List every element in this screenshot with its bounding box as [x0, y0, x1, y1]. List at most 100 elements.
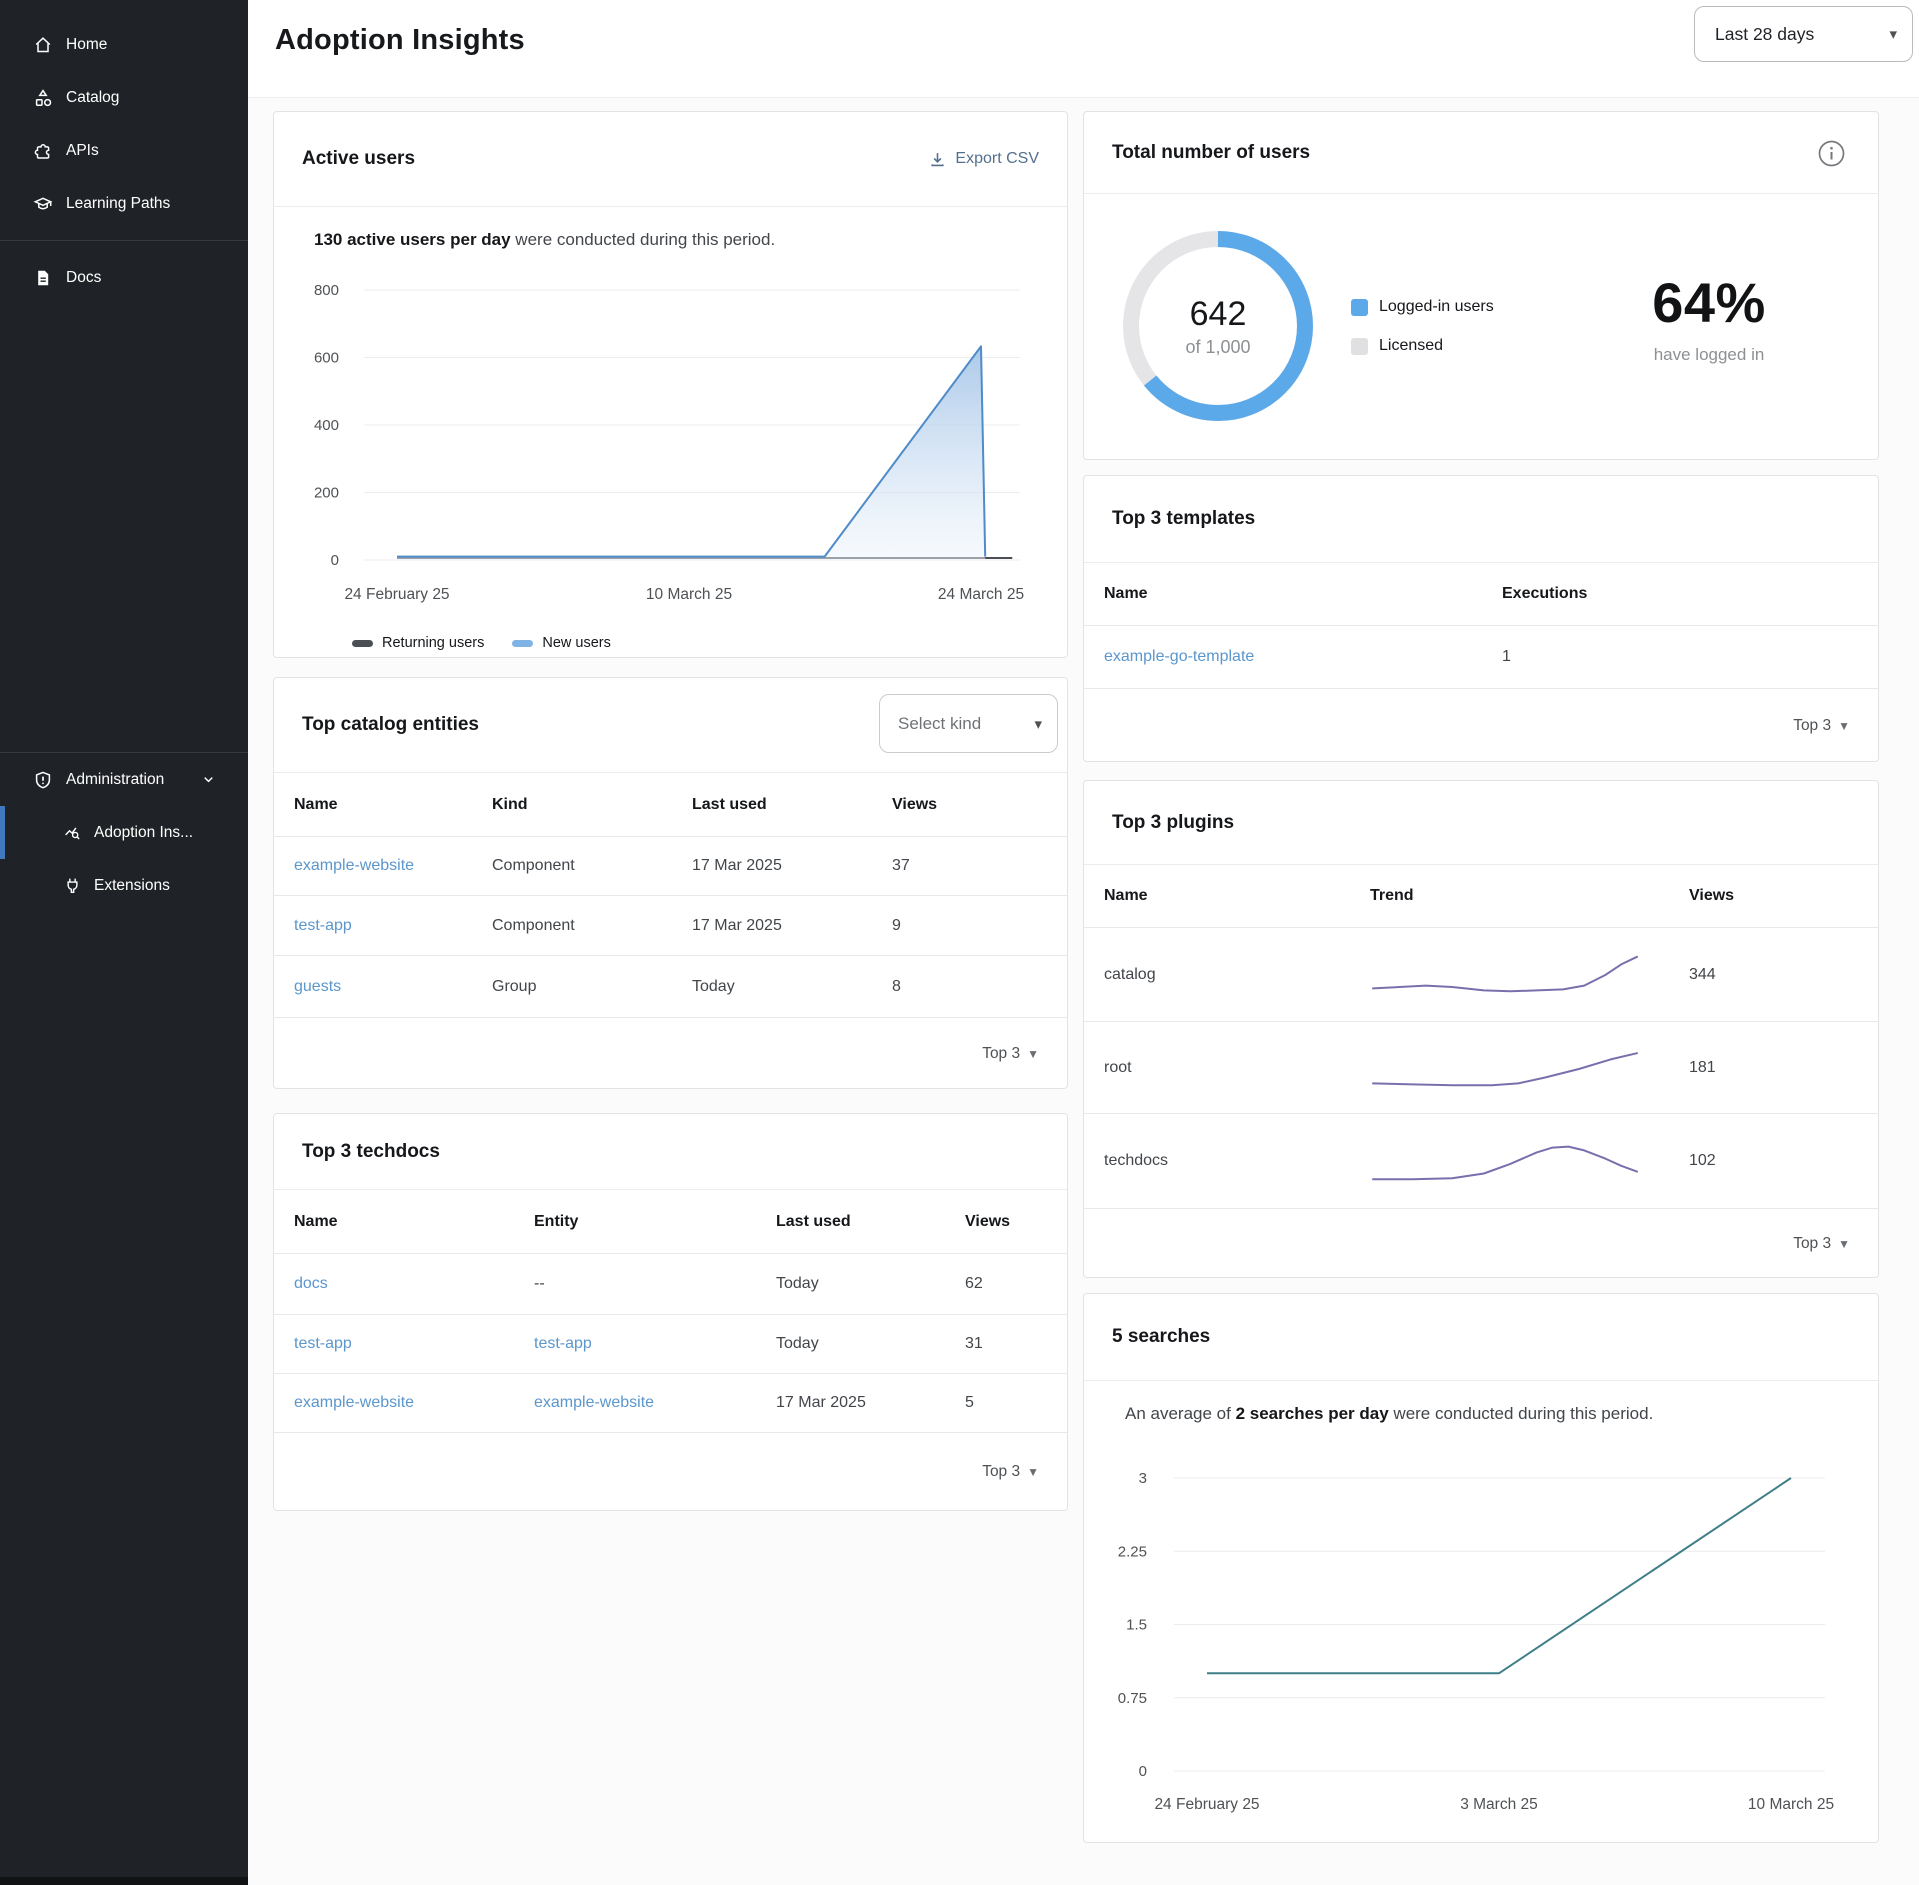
sidebar-item-adoption-insights[interactable]: Adoption Ins...	[0, 806, 248, 859]
chevron-down-icon	[201, 772, 216, 787]
kind-cell: Group	[492, 978, 536, 996]
trend-sparkline	[1370, 945, 1640, 1005]
sidebar-item-label: Administration	[66, 771, 164, 789]
learning-paths-icon	[33, 194, 53, 214]
sidebar-item-catalog[interactable]: Catalog	[0, 71, 248, 124]
legend-label: Logged-in users	[1379, 298, 1494, 316]
sidebar-item-apis[interactable]: APIs	[0, 124, 248, 177]
column-header: Last used	[776, 1213, 851, 1231]
sidebar-item-label: Docs	[66, 269, 101, 287]
sidebar-item-label: Adoption Ins...	[94, 824, 193, 842]
row-count-select[interactable]: Top 3▼	[982, 1045, 1039, 1063]
card-header: Top 3 templates	[1084, 476, 1878, 563]
table-footer: Top 3▼	[1084, 689, 1878, 762]
kind-select[interactable]: Select kind ▾	[879, 694, 1058, 753]
card-title: Active users	[302, 148, 415, 170]
views-cell: 102	[1689, 1152, 1716, 1170]
column-header: Trend	[1370, 887, 1414, 905]
entity-link[interactable]: guests	[294, 978, 341, 996]
table-row: example-go-template 1	[1084, 626, 1878, 689]
svg-text:0.75: 0.75	[1118, 1690, 1147, 1707]
row-count-select[interactable]: Top 3▼	[1793, 1235, 1850, 1253]
entity-link[interactable]: example-website	[534, 1394, 654, 1412]
column-header: Views	[965, 1213, 1010, 1231]
entity-link[interactable]: test-app	[294, 917, 352, 935]
card-title: 5 searches	[1112, 1326, 1210, 1348]
plug-icon	[63, 876, 82, 895]
card-header: Active users Export CSV	[274, 112, 1067, 207]
logged-in-percentage: 64% have logged in	[1589, 270, 1829, 365]
date-range-select[interactable]: Last 28 days ▾	[1694, 6, 1913, 62]
column-header: Last used	[692, 796, 767, 814]
sidebar-item-learning-paths[interactable]: Learning Paths	[0, 177, 248, 230]
searches-note: An average of 2 searches per day were co…	[1125, 1404, 1653, 1424]
column-header: Name	[294, 1213, 338, 1231]
last-used-cell: Today	[776, 1275, 819, 1293]
column-header: Views	[1689, 887, 1734, 905]
entity-link[interactable]: example-website	[294, 857, 414, 875]
percentage-caption: have logged in	[1589, 345, 1829, 365]
table-row: example-website example-website 17 Mar 2…	[274, 1374, 1067, 1433]
last-used-cell: Today	[776, 1335, 819, 1353]
row-count-select[interactable]: Top 3▼	[1793, 717, 1850, 735]
sidebar-item-docs[interactable]: Docs	[0, 251, 248, 304]
card-header: Top 3 plugins	[1084, 781, 1878, 865]
table-row: test-app Component 17 Mar 2025 9	[274, 896, 1067, 956]
export-csv-button[interactable]: Export CSV	[929, 150, 1039, 168]
techdoc-link[interactable]: test-app	[294, 1335, 352, 1353]
card-title: Top catalog entities	[302, 714, 479, 736]
caret-down-icon: ▼	[1027, 1465, 1039, 1479]
card-header: Top catalog entities Select kind ▾	[274, 678, 1067, 773]
techdoc-link[interactable]: docs	[294, 1275, 328, 1293]
sidebar-item-extensions[interactable]: Extensions	[0, 859, 248, 912]
info-icon[interactable]	[1818, 140, 1845, 167]
caret-down-icon: ▾	[1889, 25, 1897, 43]
sidebar-item-home[interactable]: Home	[0, 18, 248, 71]
views-cell: 5	[965, 1394, 974, 1412]
legend-item-logged-in: Logged-in users	[1351, 295, 1494, 319]
column-header: Name	[294, 796, 338, 814]
trend-sparkline	[1370, 1039, 1640, 1099]
users-donut-chart: 642 of 1,000	[1113, 221, 1323, 431]
views-cell: 62	[965, 1275, 983, 1293]
table-footer: Top 3▼	[274, 1018, 1067, 1089]
svg-text:24 February 25: 24 February 25	[344, 586, 449, 603]
column-header: Name	[1104, 887, 1148, 905]
legend-item-licensed: Licensed	[1351, 334, 1494, 358]
row-count-select[interactable]: Top 3▼	[982, 1463, 1039, 1481]
svg-text:0: 0	[1139, 1763, 1147, 1780]
svg-text:1.5: 1.5	[1126, 1617, 1147, 1634]
legend-label: Returning users	[382, 635, 484, 651]
techdoc-link[interactable]: example-website	[294, 1394, 414, 1412]
svg-text:600: 600	[314, 350, 339, 367]
svg-text:0: 0	[331, 552, 339, 569]
entity-cell: --	[534, 1275, 545, 1293]
shield-icon	[33, 770, 53, 790]
total-users-card: Total number of users 642 of 1,000 Logge…	[1083, 111, 1879, 460]
sidebar-bottom-edge	[0, 1877, 248, 1885]
card-header: 5 searches	[1084, 1294, 1878, 1381]
caret-down-icon: ▼	[1027, 1047, 1039, 1061]
home-icon	[33, 35, 53, 55]
views-cell: 181	[1689, 1059, 1716, 1077]
logged-in-swatch	[1351, 299, 1368, 316]
active-users-card: Active users Export CSV 130 active users…	[273, 111, 1068, 658]
sidebar-item-label: Catalog	[66, 89, 119, 107]
table-row: guests Group Today 8	[274, 956, 1067, 1018]
docs-icon	[33, 268, 53, 288]
new-users-swatch	[512, 640, 533, 647]
views-cell: 8	[892, 978, 901, 996]
legend-label: New users	[542, 635, 611, 651]
chart-legend: Returning users New users	[352, 635, 611, 651]
last-used-cell: 17 Mar 2025	[776, 1394, 866, 1412]
date-range-value: Last 28 days	[1715, 24, 1814, 45]
apis-icon	[33, 141, 53, 161]
sidebar-item-label: APIs	[66, 142, 99, 160]
table-row: test-app test-app Today 31	[274, 1315, 1067, 1374]
main-content: Adoption Insights Last 28 days ▾ Active …	[248, 0, 1919, 1885]
svg-text:10 March 25: 10 March 25	[1748, 1796, 1834, 1813]
template-link[interactable]: example-go-template	[1104, 648, 1254, 666]
entity-link[interactable]: test-app	[534, 1335, 592, 1353]
sidebar-item-administration[interactable]: Administration	[0, 753, 248, 806]
card-title: Top 3 templates	[1112, 508, 1255, 530]
